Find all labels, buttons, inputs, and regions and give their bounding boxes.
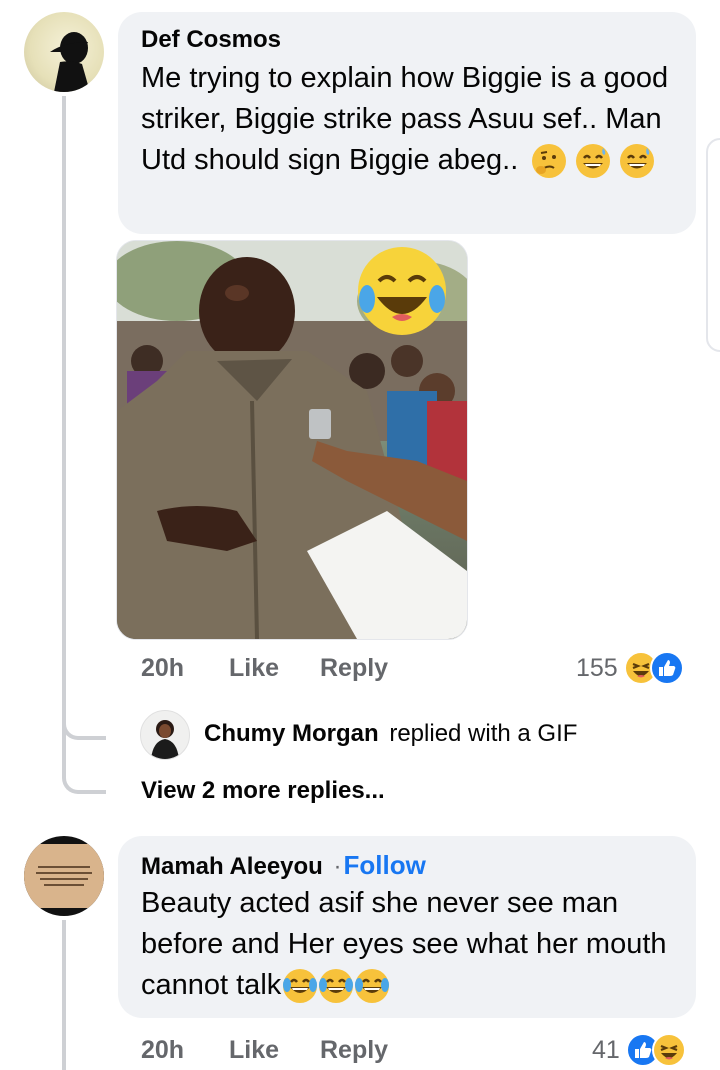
thread-line (62, 96, 66, 736)
grinning-sweat-icon (620, 144, 655, 179)
comment-image[interactable] (116, 240, 468, 640)
comment-time[interactable]: 20h (141, 654, 184, 683)
reaction-summary[interactable]: 155 (576, 648, 684, 688)
reply-button[interactable]: Reply (320, 1036, 388, 1065)
thread-line (62, 920, 66, 1070)
comment-bubble: Def Cosmos Me trying to explain how Bigg… (118, 12, 696, 234)
reply-button[interactable]: Reply (320, 654, 388, 683)
reaction-summary[interactable]: 41 (592, 1030, 686, 1070)
tears-of-joy-icon (319, 969, 354, 1004)
reply-author[interactable]: Chumy Morgan (204, 720, 379, 747)
reaction-count: 41 (592, 1035, 620, 1064)
reply-action-text: replied with a GIF (389, 720, 578, 747)
comment-header: Mamah Aleeyou ·Follow (141, 850, 674, 881)
comment-author[interactable]: Def Cosmos (141, 26, 674, 54)
grinning-sweat-icon (576, 144, 611, 179)
laugh-reaction-icon (651, 1033, 686, 1067)
thread-branch (62, 736, 106, 794)
like-button[interactable]: Like (229, 1036, 279, 1065)
like-button[interactable]: Like (229, 654, 279, 683)
side-card (706, 138, 720, 352)
avatar[interactable] (24, 836, 104, 916)
comment-text: Beauty acted asif she never see man befo… (141, 883, 674, 1006)
thinking-face-icon (532, 144, 567, 179)
comment-text: Me trying to explain how Biggie is a goo… (141, 58, 674, 181)
follow-button[interactable]: Follow (344, 850, 426, 880)
reaction-count: 155 (576, 653, 618, 682)
tears-of-joy-icon (355, 969, 390, 1004)
separator-dot: · (333, 853, 342, 880)
comment-author[interactable]: Mamah Aleeyou (141, 853, 323, 880)
comment-text-body: Beauty acted asif she never see man befo… (141, 887, 667, 1001)
avatar[interactable] (140, 710, 190, 760)
view-more-replies-link[interactable]: View 2 more replies... (141, 777, 385, 805)
comment-bubble: Mamah Aleeyou ·Follow Beauty acted asif … (118, 836, 696, 1018)
avatar[interactable] (24, 12, 104, 92)
tears-of-joy-icon (283, 969, 318, 1004)
reply-summary[interactable]: Chumy Morgan replied with a GIF (204, 720, 577, 748)
comment-time[interactable]: 20h (141, 1036, 184, 1065)
like-reaction-icon (649, 651, 684, 685)
